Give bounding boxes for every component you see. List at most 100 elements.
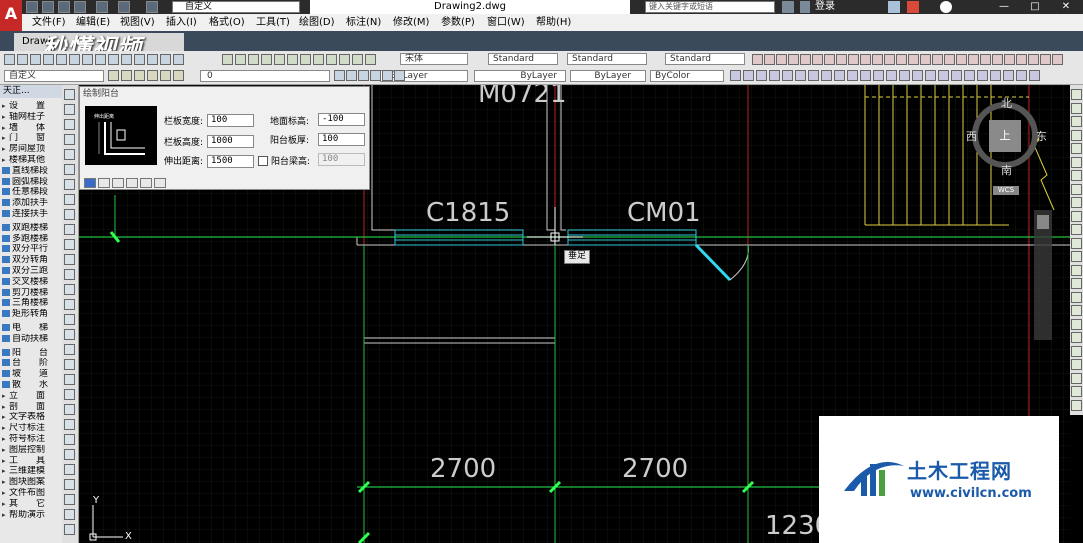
new-icon[interactable]	[26, 1, 38, 13]
sidebar-item-18[interactable]: 剪刀楼梯	[2, 288, 60, 299]
save-icon[interactable]	[58, 1, 70, 13]
draw-tool-icon[interactable]	[64, 299, 75, 310]
sidebar-item-4[interactable]: ▸ 房间屋顶	[2, 144, 60, 155]
exchange-icon[interactable]	[888, 1, 900, 13]
modify-tool-icon[interactable]	[1071, 210, 1082, 222]
sidebar-item-1[interactable]: ▸ 轴网柱子	[2, 112, 60, 123]
draw-tool-icon[interactable]	[64, 104, 75, 115]
viewcube-south[interactable]: 南	[1001, 162, 1012, 178]
modify-tool-icon[interactable]	[1071, 359, 1082, 370]
layer-dropdown[interactable]: 0	[200, 70, 330, 82]
sidebar-item-22[interactable]: 电 梯	[2, 323, 60, 334]
draw-tool-icon[interactable]	[64, 419, 75, 430]
dim-tool-icon[interactable]	[800, 54, 811, 65]
prop-tool-icon[interactable]	[886, 70, 897, 81]
app-menu-button[interactable]: A	[0, 0, 22, 31]
view-tool-icon[interactable]	[287, 54, 298, 65]
text-font-dropdown[interactable]: 宋体	[400, 53, 468, 65]
prop-tool-icon[interactable]	[964, 70, 975, 81]
prop-tool-icon[interactable]	[938, 70, 949, 81]
dim-tool-icon[interactable]	[1040, 54, 1051, 65]
draw-tool-icon[interactable]	[64, 524, 75, 535]
prop-tool-icon[interactable]	[847, 70, 858, 81]
menu-7[interactable]: 标注(N)	[344, 14, 383, 31]
sidebar-item-32[interactable]: ▸ 尺寸标注	[2, 423, 60, 434]
draw-tool-icon[interactable]	[64, 344, 75, 355]
dim-tool-icon[interactable]	[812, 54, 823, 65]
sidebar-item-35[interactable]: ▸ 工 具	[2, 456, 60, 467]
draw-tool-icon[interactable]	[64, 119, 75, 130]
sidebar-item-25[interactable]: 阳 台	[2, 348, 60, 359]
draw-tool-icon[interactable]	[64, 269, 75, 280]
draw-tool-icon[interactable]	[64, 329, 75, 340]
draw-tool-icon[interactable]	[64, 314, 75, 325]
sidebar-item-10[interactable]: 连接扶手	[2, 209, 60, 220]
dim-tool-icon[interactable]	[884, 54, 895, 65]
view-tool-icon[interactable]	[326, 54, 337, 65]
modify-tool-icon[interactable]	[1071, 278, 1082, 289]
draw-tool-icon[interactable]	[64, 134, 75, 145]
sidebar-item-37[interactable]: ▸ 图块图案	[2, 477, 60, 488]
dim-tool-icon[interactable]	[788, 54, 799, 65]
mode-corner-icon[interactable]	[112, 178, 124, 188]
print-icon[interactable]	[96, 1, 108, 13]
layer-tool-icon[interactable]	[121, 70, 132, 81]
modify-tool-icon[interactable]	[1071, 372, 1082, 384]
modify-tool-icon[interactable]	[1071, 116, 1082, 127]
beam-height-input[interactable]: 100	[318, 153, 365, 166]
std-tool-icon[interactable]	[134, 54, 145, 65]
menu-9[interactable]: 参数(P)	[439, 14, 477, 31]
view-tool-icon[interactable]	[313, 54, 324, 65]
layer-tool-icon[interactable]	[134, 70, 145, 81]
undo-icon[interactable]	[118, 1, 130, 13]
sidebar-item-29[interactable]: ▸ 立 面	[2, 391, 60, 402]
sidebar-item-16[interactable]: 双分三跑	[2, 266, 60, 277]
layer-tool-icon[interactable]	[173, 70, 184, 81]
draw-tool-icon[interactable]	[64, 89, 75, 100]
view-tool-icon[interactable]	[235, 54, 246, 65]
dim-tool-icon[interactable]	[944, 54, 955, 65]
slab-thickness-input[interactable]: 100	[318, 133, 365, 146]
std-tool-icon[interactable]	[121, 54, 132, 65]
sidebar-item-3[interactable]: ▸ 门 窗	[2, 133, 60, 144]
dim-tool-icon[interactable]	[920, 54, 931, 65]
sidebar-item-8[interactable]: 任意梯段	[2, 187, 60, 198]
wcs-menu[interactable]: WCS	[993, 186, 1019, 195]
user-icon[interactable]	[800, 1, 810, 13]
prop-tool-icon[interactable]	[990, 70, 1001, 81]
prop-tool-icon[interactable]	[730, 70, 741, 81]
close-button[interactable]: ✕	[1052, 0, 1080, 14]
sidebar-item-14[interactable]: 双分平行	[2, 244, 60, 255]
redo-icon[interactable]	[146, 1, 158, 13]
dim-tool-icon[interactable]	[980, 54, 991, 65]
mode-wall-icon[interactable]	[154, 178, 166, 188]
std-tool-icon[interactable]	[95, 54, 106, 65]
prop-tool-icon[interactable]	[951, 70, 962, 81]
dim-tool-icon[interactable]	[836, 54, 847, 65]
prop-tool-icon[interactable]	[912, 70, 923, 81]
sidebar-item-33[interactable]: ▸ 符号标注	[2, 434, 60, 445]
modify-tool-icon[interactable]	[1071, 156, 1082, 168]
modify-tool-icon[interactable]	[1071, 386, 1082, 397]
menu-4[interactable]: 格式(O)	[207, 14, 247, 31]
draw-tool-icon[interactable]	[64, 254, 75, 265]
sidebar-item-2[interactable]: ▸ 墙 体	[2, 123, 60, 134]
railing-height-input[interactable]: 1000	[207, 135, 254, 148]
mode-multi-icon[interactable]	[126, 178, 138, 188]
draw-tool-icon[interactable]	[64, 494, 75, 505]
sidebar-item-31[interactable]: ▸ 文字表格	[2, 412, 60, 423]
layer-tool-icon[interactable]	[160, 70, 171, 81]
viewcube-east[interactable]: 东	[1036, 128, 1047, 144]
modify-tool-icon[interactable]	[1071, 305, 1082, 316]
prop-tool-icon[interactable]	[1029, 70, 1040, 81]
modify-tool-icon[interactable]	[1071, 251, 1082, 262]
modify-tool-icon[interactable]	[1071, 237, 1082, 249]
std-tool-icon[interactable]	[30, 54, 41, 65]
std-tool-icon[interactable]	[82, 54, 93, 65]
draw-tool-icon[interactable]	[64, 449, 75, 460]
modify-tool-icon[interactable]	[1071, 345, 1082, 357]
dim-tool-icon[interactable]	[872, 54, 883, 65]
dim-tool-icon[interactable]	[992, 54, 1003, 65]
std-tool-icon[interactable]	[43, 54, 54, 65]
prop-tool-icon[interactable]	[860, 70, 871, 81]
